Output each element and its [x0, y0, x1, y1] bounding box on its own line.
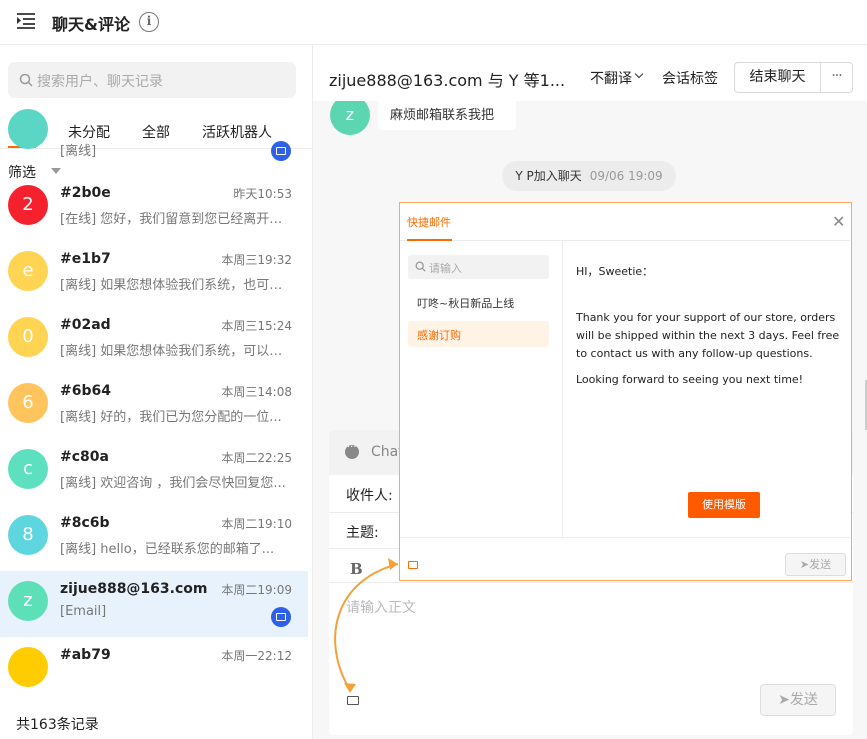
- divider: [562, 241, 563, 537]
- conversation-time: 本周二19:09: [221, 583, 292, 597]
- conversation-item[interactable]: #ab79 本周一22:12: [0, 637, 308, 703]
- conversation-name: #2b0e: [60, 185, 111, 201]
- conversation-name: #02ad: [60, 317, 111, 333]
- conversation-preview: [Email]: [60, 604, 107, 619]
- conversation-time: 本周二22:25: [221, 451, 292, 465]
- send-button[interactable]: ➤发送: [785, 553, 846, 576]
- email-badge-icon: [271, 141, 291, 161]
- subject-label: 主题:: [346, 525, 379, 541]
- record-count: 共163条记录: [0, 711, 312, 739]
- conversation-preview: [离线]: [60, 144, 97, 159]
- conversation-item[interactable]: 2 #2b0e 昨天10:53 [在线] 您好，我们留意到您已经离开了...: [0, 175, 308, 241]
- avatar: e: [8, 251, 48, 291]
- conversation-sidebar: 搜索用户、聊天记录 我的 未分配 全部 活跃机器人 筛选 [离线]2#2b0e昨…: [0, 45, 313, 739]
- system-message-text: Y P加入聊天: [515, 169, 582, 183]
- template-search-placeholder: 请输入: [429, 262, 462, 275]
- avatar: 8: [8, 515, 48, 555]
- conversation-name: #8c6b: [60, 515, 110, 531]
- more-options-button[interactable]: ···: [820, 62, 853, 93]
- divider: [329, 582, 853, 583]
- email-badge-icon: [271, 607, 291, 627]
- conversation-name: #6b64: [60, 383, 111, 399]
- conversation-time: 本周三19:32: [221, 253, 292, 267]
- send-label: 发送: [809, 558, 832, 571]
- conversation-item[interactable]: e #e1b7 本周三19:32 [离线] 如果您想体验我们系统，也可以...: [0, 241, 308, 307]
- search-placeholder: 搜索用户、聊天记录: [37, 74, 163, 90]
- conversation-preview: [在线] 您好，我们留意到您已经离开了...: [60, 212, 292, 227]
- conversation-name: #e1b7: [60, 251, 111, 267]
- chat-header: zijue888@163.com 与 Y 等1... 不翻译 会话标签 结束聊天…: [313, 45, 867, 101]
- template-item[interactable]: 感谢订购: [408, 321, 549, 347]
- conversation-preview: [离线] 好的，我们已为您分配的一位...: [60, 410, 282, 425]
- conversation-item[interactable]: z zijue888@163.com 本周二19:09 [Email]: [0, 571, 308, 637]
- conversation-time: 本周二19:10: [221, 517, 292, 531]
- menu-collapse-icon[interactable]: [17, 13, 35, 29]
- avatar: 0: [8, 317, 48, 357]
- quick-email-popup: 快捷邮件 ✕ 请输入 叮咚~秋日新品上线 感谢订购 HI，Sweetie： Th…: [399, 202, 852, 581]
- mail-icon[interactable]: [408, 561, 418, 569]
- active-tab-indicator: [407, 239, 452, 241]
- template-preview: HI，Sweetie： Thank you for your support o…: [576, 263, 844, 397]
- conversation-time: 本周一22:12: [221, 649, 292, 663]
- search-icon: [415, 261, 426, 272]
- chat-title: zijue888@163.com 与 Y 等1...: [329, 71, 566, 90]
- system-message-time: 09/06 19:09: [589, 169, 663, 183]
- avatar: c: [8, 449, 48, 489]
- preview-paragraph: Looking forward to seeing you next time!: [576, 373, 804, 386]
- conversation-item[interactable]: c #c80a 本周二22:25 [离线] 欢迎咨询 ，我们会尽快回复您...: [0, 439, 308, 505]
- popup-title[interactable]: 快捷邮件: [407, 214, 451, 230]
- preview-paragraph: Thank you for your support of our store,…: [576, 311, 840, 360]
- conversation-name: #c80a: [60, 449, 109, 465]
- bold-button[interactable]: B: [350, 560, 363, 578]
- conversation-time: 昨天10:53: [233, 187, 292, 201]
- conversation-item[interactable]: 8 #8c6b 本周二19:10 [离线] hello，已经联系您的邮箱了...: [0, 505, 308, 571]
- system-message: Y P加入聊天 09/06 19:09: [502, 161, 676, 191]
- conversation-preview: [离线] 欢迎咨询 ，我们会尽快回复您...: [60, 476, 286, 491]
- send-label: 发送: [789, 692, 818, 708]
- conversation-tags-button[interactable]: 会话标签: [662, 68, 718, 88]
- divider: [400, 537, 850, 538]
- translate-dropdown[interactable]: 不翻译: [590, 68, 632, 88]
- conversation-name: #ab79: [60, 647, 111, 663]
- template-item[interactable]: 叮咚~秋日新品上线: [408, 289, 549, 315]
- avatar: [8, 647, 48, 687]
- avatar: z: [330, 95, 370, 135]
- send-button[interactable]: ➤发送: [760, 684, 836, 716]
- popup-header: 快捷邮件 ✕: [400, 203, 850, 241]
- template-search-input[interactable]: 请输入: [408, 255, 549, 279]
- chat-bubble-icon: [345, 442, 359, 459]
- conversation-time: 本周三14:08: [221, 385, 292, 399]
- email-body-input[interactable]: 请输入正文: [346, 597, 416, 617]
- chevron-down-icon[interactable]: [634, 69, 644, 79]
- mail-icon[interactable]: [347, 696, 359, 705]
- page-title: 聊天&评论: [52, 15, 130, 34]
- use-template-button[interactable]: 使用模版: [688, 492, 760, 518]
- conversation-name: zijue888@163.com: [60, 581, 208, 597]
- conversation-preview: [离线] 如果您想体验我们系统，也可以...: [60, 278, 292, 293]
- conversation-time: 本周三15:24: [221, 319, 292, 333]
- top-bar: 聊天&评论 i: [0, 0, 867, 45]
- recipient-label: 收件人:: [346, 488, 393, 504]
- end-chat-button[interactable]: 结束聊天: [734, 62, 821, 93]
- avatar: 2: [8, 185, 48, 225]
- avatar: 6: [8, 383, 48, 423]
- search-input[interactable]: 搜索用户、聊天记录: [8, 62, 296, 98]
- conversation-item[interactable]: 0 #02ad 本周三15:24 [离线] 如果您想体验我们系统，可以点...: [0, 307, 308, 373]
- search-icon: [19, 73, 33, 87]
- message-bubble: 麻烦邮箱联系我把: [378, 98, 516, 130]
- avatar: [8, 109, 48, 149]
- avatar: z: [8, 581, 48, 621]
- close-icon[interactable]: ✕: [832, 212, 845, 231]
- info-icon[interactable]: i: [139, 12, 159, 32]
- preview-greeting: HI，Sweetie：: [576, 265, 654, 278]
- conversation-preview: [离线] hello，已经联系您的邮箱了...: [60, 542, 275, 557]
- conversation-preview: [离线] 如果您想体验我们系统，可以点...: [60, 344, 292, 359]
- conversation-item[interactable]: 6 #6b64 本周三14:08 [离线] 好的，我们已为您分配的一位...: [0, 373, 308, 439]
